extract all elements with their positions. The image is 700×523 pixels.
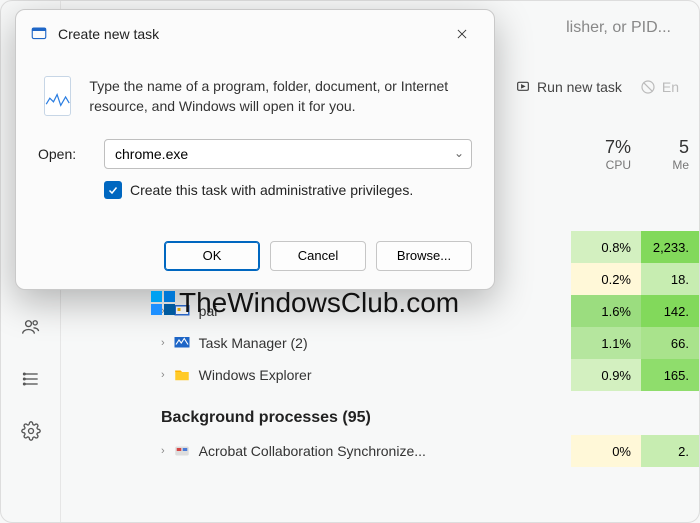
check-icon [107, 184, 119, 196]
cpu-cell: 0.2% [571, 263, 641, 295]
mem-cell: 2,233. [641, 231, 699, 263]
cpu-pct: 7% [571, 137, 631, 158]
run-perfmon-icon [44, 76, 71, 116]
mem-cell: 165. [641, 359, 699, 391]
settings-icon[interactable] [19, 419, 43, 443]
cpu-cell: 0.8% [571, 231, 641, 263]
users-icon[interactable] [19, 315, 43, 339]
mem-cell: 66. [641, 327, 699, 359]
acrobat-app-icon [173, 442, 191, 460]
dialog-intro-text: Type the name of a program, folder, docu… [89, 76, 470, 117]
chevron-right-icon: › [161, 305, 165, 317]
admin-label: Create this task with administrative pri… [130, 182, 413, 198]
mem-cell: 18. [641, 263, 699, 295]
mem-cell: 142. [641, 295, 699, 327]
create-new-task-dialog: Create new task Type the name of a progr… [15, 9, 495, 290]
chevron-right-icon: › [161, 445, 165, 457]
close-icon [455, 27, 469, 41]
open-input[interactable] [104, 139, 472, 169]
dialog-title: Create new task [58, 26, 159, 42]
task-manager-app-icon [173, 334, 191, 352]
mem-lbl: Me [641, 158, 689, 172]
ok-button[interactable]: OK [164, 241, 260, 271]
cpu-cell: 1.6% [571, 295, 641, 327]
run-new-task-label: Run new task [537, 79, 622, 95]
mem-cell: 2. [641, 435, 699, 467]
cpu-header[interactable]: 7% CPU [571, 137, 641, 172]
browse-button[interactable]: Browse... [376, 241, 472, 271]
chevron-right-icon: › [161, 337, 165, 349]
search-placeholder-text[interactable]: lisher, or PID... [566, 19, 671, 37]
cpu-cell: 0% [571, 435, 641, 467]
process-name: Windows Explorer [199, 367, 312, 383]
run-icon [515, 79, 531, 95]
process-name: pai [199, 303, 218, 319]
end-task-button: En [640, 79, 679, 95]
table-row[interactable]: › pai 1.6% 142. [121, 295, 699, 327]
tm-toolbar: Run new task En [515, 79, 699, 95]
process-name: Acrobat Collaboration Synchronize... [199, 443, 426, 459]
paint-app-icon [173, 302, 191, 320]
prohibit-icon [640, 79, 656, 95]
run-new-task-button[interactable]: Run new task [515, 79, 622, 95]
table-row[interactable]: › Windows Explorer 0.9% 165. [121, 359, 699, 391]
cpu-lbl: CPU [571, 158, 631, 172]
close-button[interactable] [444, 20, 480, 48]
background-processes-header: Background processes (95) [121, 391, 699, 435]
table-row[interactable]: › Acrobat Collaboration Synchronize... 0… [121, 435, 699, 467]
run-dialog-icon [30, 25, 48, 43]
cancel-button[interactable]: Cancel [270, 241, 366, 271]
details-icon[interactable] [19, 367, 43, 391]
tm-column-headers: 7% CPU 5 Me [571, 137, 699, 172]
cpu-cell: 0.9% [571, 359, 641, 391]
explorer-app-icon [173, 366, 191, 384]
table-row[interactable]: › Task Manager (2) 1.1% 66. [121, 327, 699, 359]
admin-checkbox[interactable] [104, 181, 122, 199]
chevron-right-icon: › [161, 369, 165, 381]
end-task-label: En [662, 79, 679, 95]
process-name: Task Manager (2) [199, 335, 308, 351]
open-label: Open: [38, 146, 90, 162]
dialog-button-row: OK Cancel Browse... [16, 215, 494, 289]
cpu-cell: 1.1% [571, 327, 641, 359]
dialog-titlebar: Create new task [16, 10, 494, 58]
mem-pct: 5 [641, 137, 689, 158]
open-combobox[interactable]: ⌄ [104, 139, 472, 169]
mem-header[interactable]: 5 Me [641, 137, 699, 172]
